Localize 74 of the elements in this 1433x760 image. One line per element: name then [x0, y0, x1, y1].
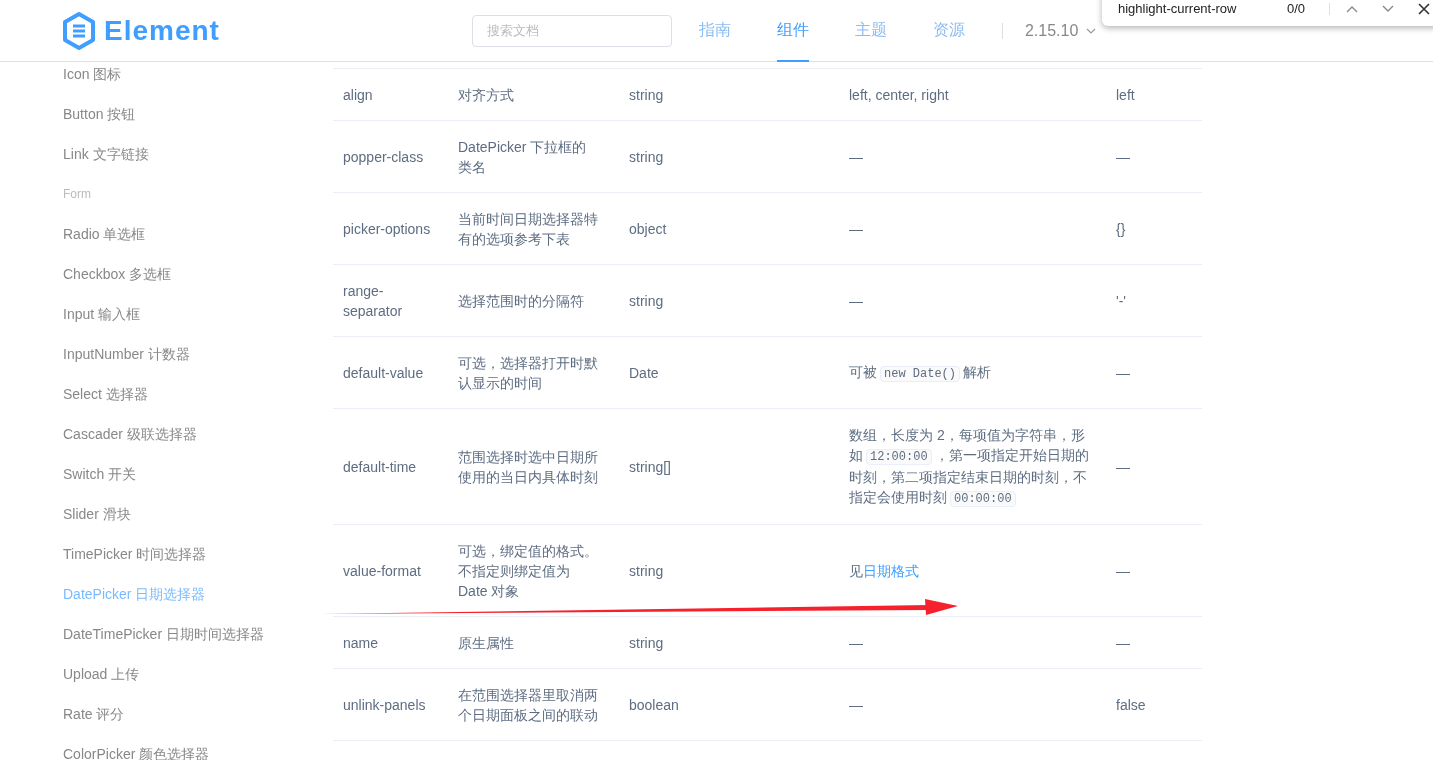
- table-cell: —: [1106, 616, 1202, 669]
- table-cell: —: [839, 120, 1106, 193]
- table-cell: name: [333, 616, 448, 669]
- table-cell: range-separator: [333, 264, 448, 337]
- table-cell: 在范围选择器里取消两个日期面板之间的联动: [448, 668, 619, 741]
- table-cell: 可选，选择器打开时默认显示的时间: [448, 336, 619, 409]
- sidebar-item[interactable]: Switch 开关: [63, 463, 137, 485]
- table-cell: 当前时间日期选择器特有的选项参考下表: [448, 192, 619, 265]
- sidebar-item[interactable]: TimePicker 时间选择器: [63, 543, 207, 565]
- sidebar-item[interactable]: Input 输入框: [63, 303, 141, 325]
- table-cell: —: [1106, 336, 1202, 409]
- table-cell: string: [619, 120, 839, 193]
- table-cell: {}: [1106, 192, 1202, 265]
- sidebar-item[interactable]: DatePicker 日期选择器: [63, 583, 206, 605]
- sidebar-item[interactable]: Checkbox 多选框: [63, 263, 172, 285]
- group-label: Form: [63, 186, 92, 203]
- table-cell: string: [619, 264, 839, 337]
- nav-link[interactable]: 主题: [854, 0, 887, 62]
- nav-link[interactable]: 指南: [698, 0, 731, 62]
- sidebar-item[interactable]: DateTimePicker 日期时间选择器: [63, 623, 264, 645]
- logo-text[interactable]: Element: [104, 9, 220, 52]
- previous-icon[interactable]: [1346, 5, 1358, 13]
- table-cell: picker-options: [333, 192, 448, 265]
- sidebar-item[interactable]: Rate 评分: [63, 703, 125, 725]
- table-cell: DatePicker 下拉框的类名: [448, 120, 619, 193]
- table-cell: false: [1106, 668, 1202, 741]
- table-cell: popper-class: [333, 120, 448, 193]
- sidebar-item[interactable]: Radio 单选框: [63, 223, 146, 245]
- next-icon[interactable]: [1382, 5, 1394, 13]
- table-cell: object: [619, 192, 839, 265]
- table-cell: string: [619, 616, 839, 669]
- sidebar-item[interactable]: Button 按钮: [63, 103, 136, 125]
- link[interactable]: 日期格式: [863, 563, 919, 579]
- sidebar-item[interactable]: Link 文字链接: [63, 143, 149, 165]
- sidebar-item[interactable]: Icon 图标: [63, 63, 122, 85]
- find-query[interactable]: highlight-current-row: [1118, 0, 1237, 19]
- table-cell: —: [839, 192, 1106, 265]
- table-cell: left, center, right: [839, 68, 1106, 121]
- table-cell: boolean: [619, 668, 839, 741]
- nav-link[interactable]: 组件: [776, 0, 809, 62]
- sidebar-item[interactable]: Upload 上传: [63, 663, 140, 685]
- table-cell: align: [333, 68, 448, 121]
- table-cell: 原生属性: [448, 616, 619, 669]
- sidebar-item[interactable]: Slider 滑块: [63, 503, 131, 525]
- table-cell: unlink-panels: [333, 668, 448, 741]
- table-cell: default-value: [333, 336, 448, 409]
- sidebar-item[interactable]: Select 选择器: [63, 383, 148, 405]
- table-cell: '-': [1106, 264, 1202, 337]
- close-icon[interactable]: [1418, 3, 1430, 15]
- version-select[interactable]: 2.15.10: [1024, 18, 1097, 43]
- sidebar-item[interactable]: InputNumber 计数器: [63, 343, 190, 365]
- table-cell: —: [839, 264, 1106, 337]
- match-count: 0/0: [1286, 0, 1305, 19]
- table-cell: 数组，长度为 2，每项值为字符串，形如 12:00:00 ，第一项指定开始日期的时刻，第二项指定结束日期的时刻，不指定会使用时刻 00:00:00: [839, 408, 1106, 525]
- search-field[interactable]: 搜索文档: [471, 14, 672, 47]
- table-cell: Date: [619, 336, 839, 409]
- chevron-down-icon: [1086, 27, 1097, 34]
- logo-icon: [62, 11, 96, 50]
- table-cell: default-time: [333, 408, 448, 525]
- table-cell: left: [1106, 68, 1202, 121]
- table-cell: string: [619, 68, 839, 121]
- table-cell: 范围选择时选中日期所使用的当日内具体时刻: [448, 408, 619, 525]
- sidebar-item[interactable]: ColorPicker 颜色选择器: [63, 743, 210, 760]
- table-cell: —: [1106, 524, 1202, 617]
- table-cell: —: [839, 616, 1106, 669]
- nav-link[interactable]: 资源: [932, 0, 965, 62]
- table-cell: —: [839, 668, 1106, 741]
- table-cell: —: [1106, 120, 1202, 193]
- table-cell: 对齐方式: [448, 68, 619, 121]
- table-cell: 可被 new Date() 解析: [839, 336, 1106, 409]
- sidebar-item[interactable]: Cascader 级联选择器: [63, 423, 197, 445]
- table-cell: string[]: [619, 408, 839, 525]
- table-cell: —: [1106, 408, 1202, 525]
- table-cell: 选择范围时的分隔符: [448, 264, 619, 337]
